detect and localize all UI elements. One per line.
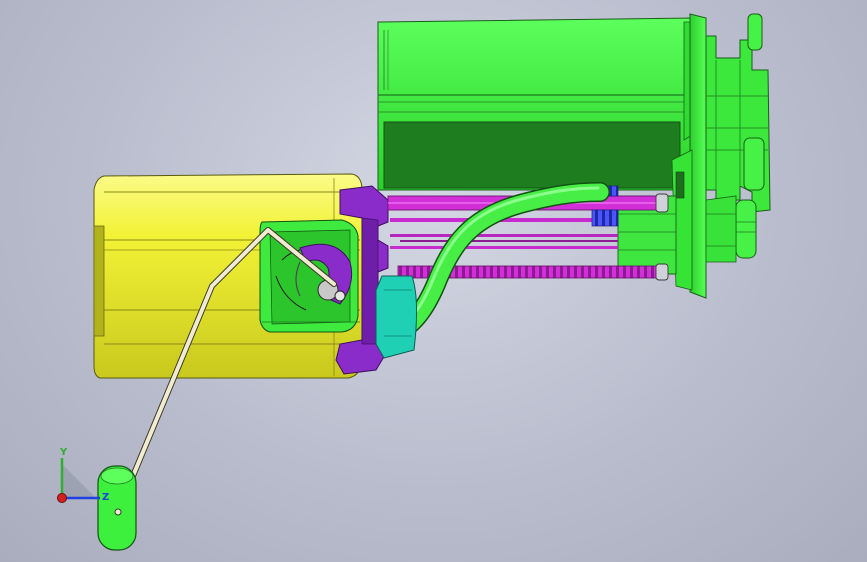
triad-y-label: Y [59, 447, 68, 458]
teal-pressure-regulator[interactable] [375, 275, 418, 359]
fuel-pump-assembly-model[interactable]: Y Z [0, 0, 867, 562]
cad-viewport[interactable]: Y Z [0, 0, 867, 562]
float[interactable] [97, 465, 137, 551]
triad-z-label: Z [102, 492, 109, 503]
connector-housing[interactable] [705, 13, 771, 263]
canister-body[interactable] [377, 17, 701, 191]
